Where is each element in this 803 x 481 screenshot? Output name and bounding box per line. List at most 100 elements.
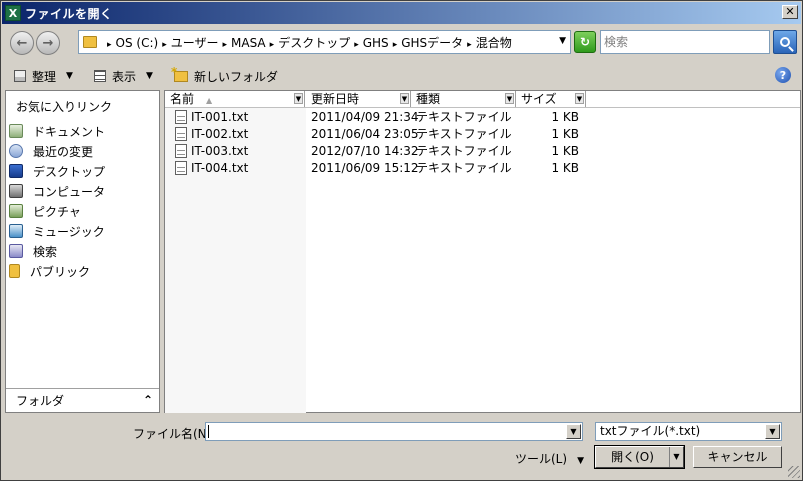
favorite-link-item[interactable]: ピクチャ <box>6 201 159 221</box>
breadcrumb-separator-icon[interactable]: ▸ <box>467 40 472 50</box>
excel-app-icon: X <box>5 5 21 21</box>
column-header-name[interactable]: 名前 ▲ <box>165 91 305 107</box>
breadcrumb-separator-icon[interactable]: ▸ <box>162 40 167 50</box>
file-size: 1 KB <box>551 144 579 158</box>
file-row[interactable]: IT-004.txt 2011/06/09 15:12 テキストファイル 1 KB <box>165 160 800 177</box>
search-folder-icon <box>9 244 23 258</box>
text-caret <box>208 425 209 438</box>
breadcrumb-separator-icon[interactable]: ▸ <box>354 40 359 50</box>
favorite-link-item[interactable]: 検索 <box>6 241 159 261</box>
breadcrumb-item[interactable]: GHS <box>363 36 389 50</box>
favorite-links-heading: お気に入りリンク <box>16 100 113 114</box>
new-folder-button[interactable]: 新しいフォルダ <box>171 65 279 85</box>
open-button[interactable]: 開く(O) ▼ <box>594 445 685 469</box>
title-bar[interactable]: X ファイルを開く ✕ <box>2 2 801 24</box>
file-list[interactable]: 名前 ▲ ▼ 更新日時 ▼ 種類 ▼ サイズ ▼ IT-001.txt 2011/0… <box>164 90 801 413</box>
breadcrumb-item[interactable]: MASA <box>231 36 266 50</box>
column-modified-filter-button[interactable]: ▼ <box>400 93 409 104</box>
column-size-filter-button[interactable]: ▼ <box>575 93 584 104</box>
cancel-button[interactable]: キャンセル <box>693 446 782 468</box>
breadcrumb-separator-icon[interactable]: ▸ <box>393 40 398 50</box>
filename-history-dropdown[interactable]: ▼ <box>566 424 581 439</box>
file-type: テキストファイル <box>416 161 512 175</box>
text-file-icon <box>175 110 187 124</box>
refresh-button[interactable]: ↻ <box>574 31 596 53</box>
text-file-icon <box>175 127 187 141</box>
file-row[interactable]: IT-003.txt 2012/07/10 14:32 テキストファイル 1 KB <box>165 143 800 160</box>
chevron-up-icon: ⌃ <box>142 393 153 407</box>
column-type-filter-button[interactable]: ▼ <box>505 93 514 104</box>
breadcrumb-separator-icon[interactable]: ▸ <box>223 40 228 50</box>
tools-label: ツール(L) <box>515 452 568 466</box>
folders-label: フォルダ <box>16 394 65 408</box>
documents-icon <box>9 124 23 138</box>
computer-icon <box>9 184 23 198</box>
file-modified: 2011/06/09 15:12 <box>311 161 419 175</box>
text-file-icon <box>175 161 187 175</box>
open-options-dropdown[interactable]: ▼ <box>669 447 683 467</box>
breadcrumb-item[interactable]: ユーザー <box>171 36 219 50</box>
file-name: IT-002.txt <box>191 127 249 141</box>
back-button[interactable]: ← <box>10 31 34 55</box>
folders-toggle[interactable]: フォルダ ⌃ <box>6 388 159 412</box>
organize-button[interactable]: 整理 ▼ <box>14 68 73 85</box>
organize-icon <box>14 70 26 82</box>
column-header-type[interactable]: 種類 <box>411 91 516 107</box>
breadcrumb-separator-icon[interactable]: ▸ <box>270 40 275 50</box>
favorite-link-label: 最近の変更 <box>33 144 94 159</box>
breadcrumb-item[interactable]: 混合物 <box>476 36 512 50</box>
filename-input[interactable]: ▼ <box>205 422 583 441</box>
file-row[interactable]: IT-002.txt 2011/06/04 23:05 テキストファイル 1 KB <box>165 126 800 143</box>
sort-ascending-icon: ▲ <box>206 96 213 105</box>
resize-grip[interactable] <box>788 466 800 478</box>
navigation-pane: お気に入りリンク ドキュメント 最近の変更デスクトップ コンピュータピクチャミュージ… <box>5 90 160 413</box>
close-button[interactable]: ✕ <box>782 5 798 19</box>
file-size: 1 KB <box>551 110 579 124</box>
address-bar[interactable]: ▸ OS (C:) ▸ ユーザー ▸ MASA ▸ デスクトップ ▸ GHS ▸ GHSデータ ▸ 混合物… <box>78 30 571 54</box>
breadcrumb-item[interactable]: OS (C:) <box>116 36 159 50</box>
open-label: 開く(O) <box>611 450 654 464</box>
favorite-link-item[interactable]: コンピュータ <box>6 181 159 201</box>
favorite-link-item[interactable]: 最近の変更 <box>6 141 159 161</box>
breadcrumb-item[interactable]: GHSデータ <box>401 36 463 50</box>
breadcrumb-item[interactable]: デスクトップ <box>278 36 350 50</box>
forward-button[interactable]: → <box>36 31 60 55</box>
search-input[interactable]: 検索 <box>600 30 770 54</box>
pictures-icon <box>9 204 23 218</box>
organize-label: 整理 <box>32 69 57 84</box>
favorite-link-item[interactable]: デスクトップ <box>6 161 159 181</box>
favorite-link-item[interactable]: パブリック <box>6 261 159 281</box>
new-folder-icon <box>171 65 188 82</box>
help-button[interactable]: ? <box>775 67 791 83</box>
favorite-link-item[interactable]: ドキュメント <box>6 121 159 141</box>
favorite-link-label: ドキュメント <box>33 124 106 139</box>
views-label: 表示 <box>112 69 137 84</box>
music-icon <box>9 224 23 238</box>
file-type-select[interactable]: txtファイル(*.txt) ▼ <box>595 422 782 441</box>
column-name-filter-button[interactable]: ▼ <box>294 93 303 104</box>
address-dropdown-icon[interactable]: ▼ <box>559 36 566 46</box>
file-type: テキストファイル <box>416 110 512 124</box>
breadcrumb-separator-icon[interactable]: ▸ <box>107 40 112 50</box>
search-button[interactable] <box>773 30 797 54</box>
file-name: IT-003.txt <box>191 144 249 158</box>
file-type: テキストファイル <box>416 127 512 141</box>
address-row: ← → ▸ OS (C:) ▸ ユーザー ▸ MASA ▸ デスクトップ ▸ GHS ▸ GHSデータ… <box>2 25 801 61</box>
favorite-link-label: 検索 <box>33 244 58 259</box>
column-header-modified[interactable]: 更新日時 <box>306 91 411 107</box>
breadcrumb: ▸ OS (C:) ▸ ユーザー ▸ MASA ▸ デスクトップ ▸ GHS ▸ GHSデータ ▸ 混合物 <box>103 34 512 51</box>
file-type-dropdown[interactable]: ▼ <box>765 424 780 439</box>
file-size: 1 KB <box>551 161 579 175</box>
window-title: ファイルを開く <box>25 6 113 21</box>
chevron-down-icon: ▼ <box>146 71 153 81</box>
favorite-link-label: ピクチャ <box>33 204 81 219</box>
tools-menu-button[interactable]: ツール(L) ▼ <box>515 450 584 467</box>
file-row[interactable]: IT-001.txt 2011/04/09 21:34 テキストファイル 1 KB <box>165 109 800 126</box>
favorite-link-item[interactable]: ミュージック <box>6 221 159 241</box>
new-folder-label: 新しいフォルダ <box>194 69 279 84</box>
views-button[interactable]: 表示 ▼ <box>94 68 153 85</box>
desktop-icon <box>9 164 23 178</box>
favorite-link-label: ミュージック <box>33 224 105 239</box>
file-type-value: txtファイル(*.txt) <box>600 424 701 438</box>
text-file-icon <box>175 144 187 158</box>
